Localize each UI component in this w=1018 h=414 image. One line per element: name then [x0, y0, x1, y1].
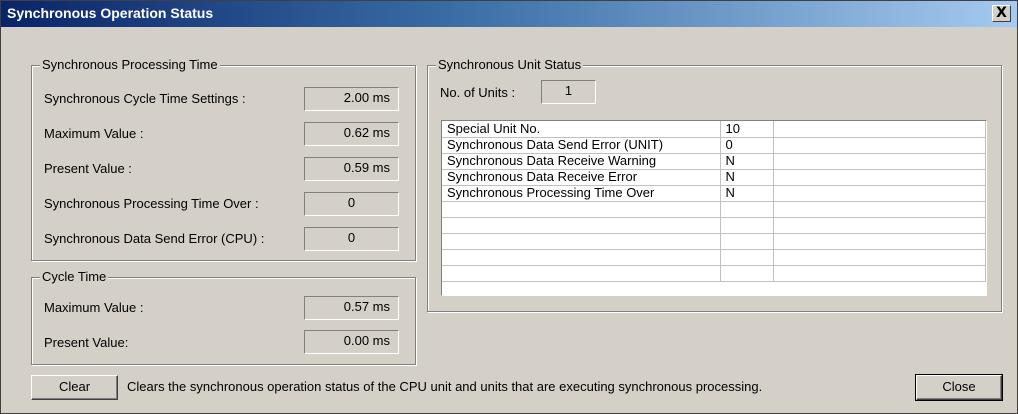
- sync-processing-time-over-label: Synchronous Processing Time Over :: [44, 196, 259, 211]
- unit-status-extra: [773, 201, 986, 218]
- unit-status-extra: [773, 121, 986, 138]
- title-bar[interactable]: Synchronous Operation Status X: [1, 1, 1017, 27]
- unit-status-extra: [773, 249, 986, 266]
- sync-data-send-error-cpu-value: 0: [304, 227, 399, 251]
- unit-status-item: [442, 217, 721, 234]
- unit-status-item: [442, 249, 721, 266]
- unit-status-item: Special Unit No.: [442, 121, 721, 138]
- no-of-units-value: 1: [541, 80, 596, 104]
- sync-operation-status-dialog: Synchronous Operation Status X Synchrono…: [0, 0, 1018, 414]
- sync-cycle-time-settings-label: Synchronous Cycle Time Settings :: [44, 91, 246, 106]
- sync-processing-time-group: Synchronous Processing Time Synchronous …: [31, 57, 416, 261]
- unit-status-value: N: [720, 153, 774, 170]
- cycle-time-group: Cycle Time Maximum Value : 0.57 ms Prese…: [31, 269, 416, 365]
- unit-status-value: N: [720, 185, 774, 202]
- sync-present-value: 0.59 ms: [304, 157, 399, 181]
- unit-status-value: 10: [720, 121, 774, 138]
- unit-status-table: Special Unit No. 10 Synchronous Data Send …: [442, 121, 986, 282]
- sync-max-value: 0.62 ms: [304, 122, 399, 146]
- sync-max-value-label: Maximum Value :: [44, 126, 144, 141]
- unit-status-item: Synchronous Data Send Error (UNIT): [442, 137, 721, 154]
- unit-status-value: 0: [720, 137, 774, 154]
- clear-description: Clears the synchronous operation status …: [127, 379, 763, 394]
- table-row[interactable]: Synchronous Data Receive Warning N: [442, 153, 986, 170]
- unit-status-value: [720, 233, 774, 250]
- table-row[interactable]: [442, 265, 986, 282]
- unit-status-item: [442, 233, 721, 250]
- unit-status-value: [720, 265, 774, 282]
- unit-status-extra: [773, 137, 986, 154]
- unit-status-extra: [773, 185, 986, 202]
- table-row[interactable]: Synchronous Data Receive Error N: [442, 169, 986, 186]
- unit-status-extra: [773, 265, 986, 282]
- unit-status-extra: [773, 153, 986, 170]
- unit-status-value: N: [720, 169, 774, 186]
- table-row[interactable]: Synchronous Processing Time Over N: [442, 185, 986, 202]
- unit-status-value: [720, 217, 774, 234]
- unit-status-extra: [773, 217, 986, 234]
- unit-status-item: Synchronous Data Receive Error: [442, 169, 721, 186]
- table-row[interactable]: [442, 249, 986, 266]
- cycle-present-value: 0.00 ms: [304, 330, 399, 354]
- unit-status-extra: [773, 169, 986, 186]
- sync-processing-time-legend: Synchronous Processing Time: [40, 57, 220, 73]
- sync-present-value-label: Present Value :: [44, 161, 132, 176]
- cycle-max-value: 0.57 ms: [304, 296, 399, 320]
- close-button[interactable]: Close: [915, 374, 1003, 401]
- sync-cycle-time-settings-value: 2.00 ms: [304, 87, 399, 111]
- unit-status-item: Synchronous Processing Time Over: [442, 185, 721, 202]
- cycle-time-legend: Cycle Time: [40, 269, 109, 285]
- table-row[interactable]: Special Unit No. 10: [442, 121, 986, 138]
- table-row[interactable]: [442, 217, 986, 234]
- unit-status-item: [442, 265, 721, 282]
- unit-status-extra: [773, 233, 986, 250]
- close-icon[interactable]: X: [992, 5, 1011, 22]
- table-row[interactable]: [442, 201, 986, 218]
- no-of-units-label: No. of Units :: [440, 85, 516, 100]
- table-row[interactable]: [442, 233, 986, 250]
- sync-processing-time-over-value: 0: [304, 192, 399, 216]
- table-row[interactable]: Synchronous Data Send Error (UNIT) 0: [442, 137, 986, 154]
- unit-status-item: [442, 201, 721, 218]
- cycle-max-value-label: Maximum Value :: [44, 300, 144, 315]
- window-title: Synchronous Operation Status: [7, 5, 214, 21]
- unit-status-value: [720, 201, 774, 218]
- cycle-present-value-label: Present Value:: [44, 335, 129, 350]
- sync-unit-status-legend: Synchronous Unit Status: [436, 57, 584, 73]
- unit-status-item: Synchronous Data Receive Warning: [442, 153, 721, 170]
- sync-data-send-error-cpu-label: Synchronous Data Send Error (CPU) :: [44, 231, 265, 246]
- clear-button[interactable]: Clear: [31, 375, 118, 400]
- unit-status-value: [720, 249, 774, 266]
- unit-status-grid[interactable]: Special Unit No. 10 Synchronous Data Send …: [441, 120, 987, 296]
